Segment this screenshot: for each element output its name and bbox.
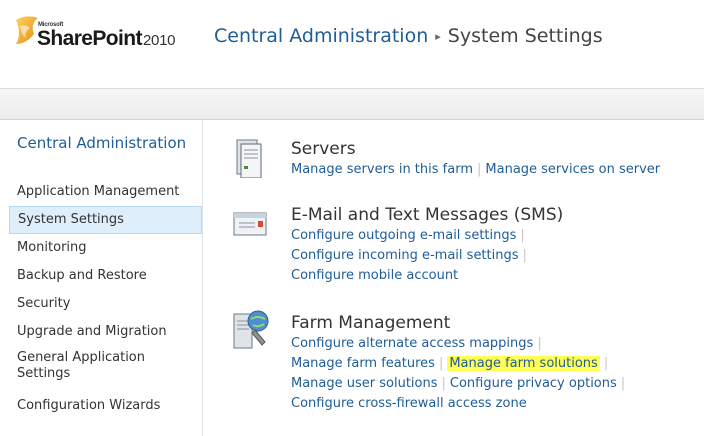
link-manage-farm-solutions[interactable]: Manage farm solutions (447, 356, 600, 371)
link-line: Configure mobile account (291, 266, 458, 286)
link-line: Manage user solutions | Configure privacy … (291, 374, 629, 394)
link-manage-services-on-server[interactable]: Manage services on server (485, 162, 660, 177)
group-title-farm-management: Farm Management (291, 313, 451, 333)
link-separator: | (438, 356, 444, 371)
link-separator: | (603, 356, 609, 371)
link-separator: | (441, 376, 446, 391)
link-line: Configure outgoing e-mail settings | (291, 226, 529, 246)
nav-heading-central-administration[interactable]: Central Administration (17, 134, 197, 153)
nav-item-general-application-settings[interactable]: General Application Settings (9, 346, 189, 386)
link-configure-privacy-options[interactable]: Configure privacy options (450, 376, 617, 391)
link-configure-alternate-access-mappings[interactable]: Configure alternate access mappings (291, 336, 533, 351)
group-email: E-Mail and Text Messages (SMS) Configure… (203, 202, 704, 292)
nav-item-configuration-wizards[interactable]: Configuration Wizards (9, 392, 202, 420)
nav-item-application-management[interactable]: Application Management (9, 178, 202, 206)
link-configure-outgoing-email[interactable]: Configure outgoing e-mail settings (291, 228, 516, 243)
link-configure-mobile-account[interactable]: Configure mobile account (291, 268, 458, 283)
breadcrumb-separator-icon: ▸ (435, 30, 441, 43)
link-line: Configure alternate access mappings | (291, 334, 546, 354)
link-separator: | (522, 248, 527, 263)
group-title-email: E-Mail and Text Messages (SMS) (291, 205, 564, 225)
link-configure-incoming-email[interactable]: Configure incoming e-mail settings (291, 248, 519, 263)
group-servers: Servers Manage servers in this farm | Mana… (203, 134, 704, 194)
main-content: Servers Manage servers in this farm | Mana… (203, 120, 704, 436)
link-manage-servers-in-this-farm[interactable]: Manage servers in this farm (291, 162, 473, 177)
breadcrumb-current: System Settings (447, 25, 603, 47)
link-separator: | (537, 336, 542, 351)
link-line: Configure cross-firewall access zone (291, 394, 527, 414)
link-line: Manage farm features | Manage farm solutio… (291, 354, 612, 374)
nav-item-security[interactable]: Security (9, 290, 202, 318)
nav-item-monitoring[interactable]: Monitoring (9, 234, 202, 262)
group-farm-management: Farm Management Configure alternate acce… (203, 306, 704, 426)
group-title-servers: Servers (291, 139, 356, 159)
link-line: Manage servers in this farm | Manage servi… (291, 160, 660, 180)
sharepoint-logo[interactable]: Microsoft SharePoint 2010 (12, 14, 208, 50)
ribbon-bar (0, 88, 704, 120)
servers-icon (236, 139, 262, 178)
link-separator: | (477, 162, 482, 177)
farm-management-icon (233, 310, 269, 349)
nav-item-upgrade-and-migration[interactable]: Upgrade and Migration (9, 318, 202, 346)
link-separator: | (620, 376, 626, 391)
link-manage-user-solutions[interactable]: Manage user solutions (291, 376, 438, 391)
nav-item-system-settings[interactable]: System Settings (9, 206, 202, 234)
link-line: Configure incoming e-mail settings | (291, 246, 531, 266)
nav-item-backup-and-restore[interactable]: Backup and Restore (9, 262, 202, 290)
link-separator: | (520, 228, 525, 243)
quick-launch-nav: Central Administration Application Manag… (0, 120, 202, 436)
logo-version-text: 2010 (143, 32, 176, 49)
link-configure-cross-firewall-access-zone[interactable]: Configure cross-firewall access zone (291, 396, 527, 411)
breadcrumb: Central Administration ▸ System Settings (214, 24, 603, 51)
logo-product-text: SharePoint (37, 27, 142, 50)
email-icon (233, 212, 267, 236)
page-header: Microsoft SharePoint 2010 Central Admini… (0, 0, 704, 88)
link-manage-farm-features[interactable]: Manage farm features (291, 356, 435, 371)
breadcrumb-root-link[interactable]: Central Administration (214, 25, 428, 47)
